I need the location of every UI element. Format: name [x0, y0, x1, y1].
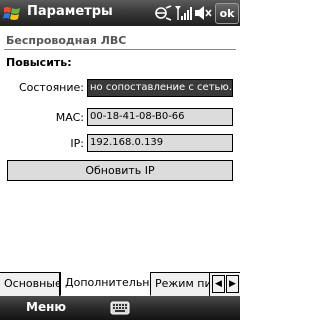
- page-title: Беспроводная ЛВС: [6, 34, 127, 47]
- tab-strip: Основные Дополнительно Режим питания ◀ ▶: [0, 272, 240, 296]
- mac-field[interactable]: 00-18-41-08-B0-66: [87, 108, 233, 126]
- connectivity-icon[interactable]: [154, 4, 172, 22]
- softkey-bar: Меню: [0, 296, 240, 320]
- window-title: Параметры: [27, 4, 113, 19]
- ip-label: IP:: [70, 137, 84, 150]
- state-label: Состояние:: [18, 81, 84, 94]
- keyboard-icon[interactable]: [110, 300, 130, 316]
- tab-scroll-right-icon[interactable]: ▶: [226, 275, 239, 293]
- tab-scroll-left-icon[interactable]: ◀: [212, 275, 225, 293]
- volume-icon[interactable]: [194, 4, 212, 22]
- tab-basic[interactable]: Основные: [0, 273, 60, 296]
- renew-ip-button[interactable]: Обновить IP: [7, 160, 233, 181]
- section-label: Повысить:: [6, 56, 72, 69]
- ip-field[interactable]: 192.168.0.139: [87, 134, 233, 152]
- signal-strength-icon[interactable]: [174, 4, 192, 22]
- tab-power-mode[interactable]: Режим питания: [151, 273, 210, 296]
- tab-advanced[interactable]: Дополнительно: [60, 272, 151, 296]
- header-divider: [4, 49, 236, 50]
- ok-button[interactable]: ok: [215, 3, 239, 24]
- mac-label: MAC:: [55, 111, 84, 124]
- title-bar: Параметры ok: [0, 0, 240, 26]
- state-field[interactable]: но сопоставление с сетью.: [87, 79, 233, 97]
- menu-softkey[interactable]: Меню: [26, 300, 66, 314]
- windows-start-icon[interactable]: [3, 5, 21, 21]
